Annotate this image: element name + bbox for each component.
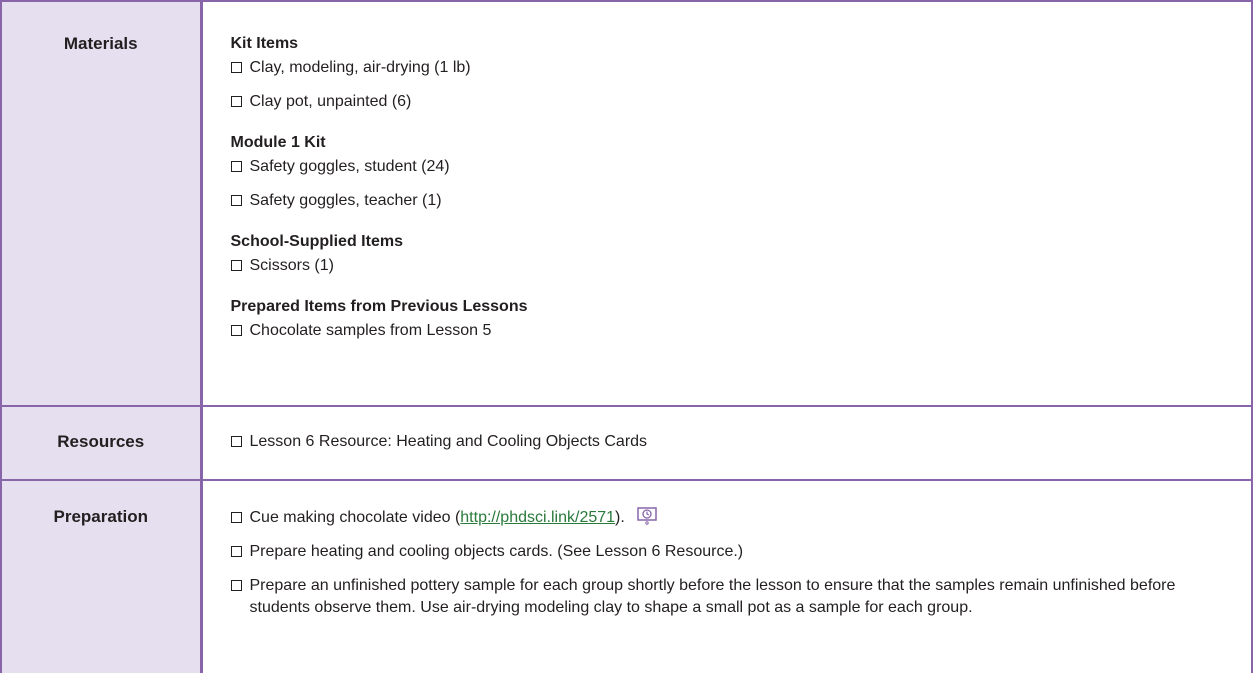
resources-row: Resources Lesson 6 Resource: Heating and… xyxy=(0,406,1253,480)
checklist-item: Safety goggles, student (24) xyxy=(230,156,1252,178)
checkbox-icon[interactable] xyxy=(230,62,242,73)
checkbox-icon[interactable] xyxy=(230,436,242,447)
group-kit-items: Kit Items Clay, modeling, air-drying (1 … xyxy=(230,34,1252,113)
materials-row: Materials Kit Items Clay, modeling, air-… xyxy=(0,1,1253,406)
checklist-item: Cue making chocolate video (http://phdsc… xyxy=(230,507,1252,529)
materials-content: Kit Items Clay, modeling, air-drying (1 … xyxy=(201,1,1253,406)
materials-header-cell: Materials xyxy=(0,1,203,406)
group-module-1-kit: Module 1 Kit Safety goggles, student (24… xyxy=(230,133,1252,212)
group-title: Prepared Items from Previous Lessons xyxy=(230,298,528,315)
checkbox-icon[interactable] xyxy=(230,580,242,591)
preparation-row: Preparation Cue making chocolate video (… xyxy=(0,480,1253,673)
checkbox-icon[interactable] xyxy=(230,512,242,523)
checklist-item: Scissors (1) xyxy=(230,255,1252,277)
video-icon[interactable] xyxy=(637,507,658,525)
checklist-item: Prepare heating and cooling objects card… xyxy=(230,541,1252,563)
resources-header-cell: Resources xyxy=(0,406,203,480)
checklist-item: Lesson 6 Resource: Heating and Cooling O… xyxy=(230,431,1252,453)
checklist-item: Safety goggles, teacher (1) xyxy=(230,190,1252,212)
checklist-item: Clay, modeling, air-drying (1 lb) xyxy=(230,57,1252,79)
group-title: School-Supplied Items xyxy=(230,233,403,250)
checkbox-icon[interactable] xyxy=(230,546,242,557)
checkbox-icon[interactable] xyxy=(230,325,242,336)
lesson-materials-table: Materials Kit Items Clay, modeling, air-… xyxy=(0,0,1253,673)
group-prepared-items: Prepared Items from Previous Lessons Cho… xyxy=(230,297,1252,342)
checkbox-icon[interactable] xyxy=(230,195,242,206)
group-title: Module 1 Kit xyxy=(230,134,326,151)
checkbox-icon[interactable] xyxy=(230,260,242,271)
checklist-item: Prepare an unfinished pottery sample for… xyxy=(230,575,1221,619)
group-title: Kit Items xyxy=(230,35,299,52)
resources-heading: Resources xyxy=(57,432,145,451)
group-school-supplied: School-Supplied Items Scissors (1) xyxy=(230,232,1252,277)
video-link[interactable]: http://phdsci.link/2571 xyxy=(460,509,615,526)
resources-content: Lesson 6 Resource: Heating and Cooling O… xyxy=(201,406,1253,480)
checklist-item: Clay pot, unpainted (6) xyxy=(230,91,1252,113)
checklist-item: Chocolate samples from Lesson 5 xyxy=(230,320,1252,342)
preparation-header-cell: Preparation xyxy=(0,480,203,673)
preparation-content: Cue making chocolate video (http://phdsc… xyxy=(201,480,1253,673)
preparation-heading: Preparation xyxy=(53,507,148,526)
checkbox-icon[interactable] xyxy=(230,96,242,107)
materials-heading: Materials xyxy=(63,34,138,53)
checkbox-icon[interactable] xyxy=(230,161,242,172)
